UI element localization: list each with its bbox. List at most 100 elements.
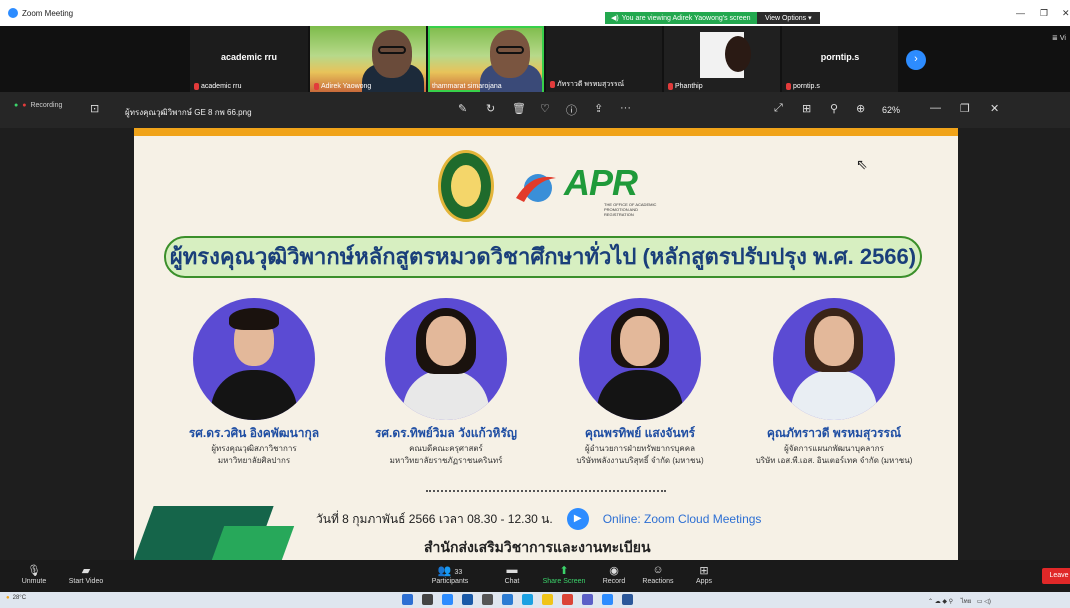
delete-icon[interactable]: 🗑 xyxy=(512,102,526,115)
view-options-button[interactable]: View Options ▾ xyxy=(757,12,820,24)
share-icon[interactable]: ⇪ xyxy=(594,102,603,115)
speaker-org: บริษัท เอส.พี.เอส. อินเตอร์เทค จำกัด (มห… xyxy=(755,456,913,465)
slide-top-bar xyxy=(134,128,958,136)
mouse-cursor-icon: ⇖ xyxy=(856,156,868,172)
window-title-text: Zoom Meeting xyxy=(22,8,74,18)
edit-icon[interactable]: ✎ xyxy=(458,102,467,115)
favorite-icon[interactable]: ♡ xyxy=(540,102,550,115)
edge-icon[interactable] xyxy=(522,594,533,605)
start-video-button[interactable]: ▰ Start Video xyxy=(60,564,112,585)
system-tray: ⌃ ☁ ◆ ⚲ ไทย ▭ ◁) xyxy=(928,596,991,606)
speaker-name: รศ.ดร.ทิพย์วิมล วังแก้วหิรัญ xyxy=(374,426,518,440)
reactions-button[interactable]: ☺ Reactions xyxy=(632,564,684,585)
taskview-icon[interactable] xyxy=(422,594,433,605)
speaker-icon: ◀) xyxy=(611,15,619,22)
window-title: Zoom Meeting xyxy=(8,8,73,18)
network-volume-icon[interactable]: ▭ ◁) xyxy=(977,599,991,605)
participant-tile[interactable]: ภัทราวดี พรหมสุวรรณ์ xyxy=(546,26,662,92)
zoom-level: 62% xyxy=(882,105,901,115)
muted-mic-icon xyxy=(550,81,555,88)
word-icon[interactable] xyxy=(622,594,633,605)
viewer-minimize-icon[interactable]: — xyxy=(930,102,941,114)
participant-name: academic rru xyxy=(220,52,278,62)
participant-photo-tile[interactable]: Phanthip xyxy=(664,26,780,92)
chat-icon: ▬ xyxy=(506,564,518,576)
close-icon[interactable]: ✕ xyxy=(1062,8,1070,19)
speaker-face xyxy=(620,316,660,366)
speaker-body xyxy=(211,370,297,420)
participant-label-text: thammarat simarojana xyxy=(432,83,502,90)
view-button[interactable]: ≣ Vi xyxy=(1052,34,1066,42)
participant-tile[interactable]: porntip.s porntip.s xyxy=(782,26,898,92)
speaker-photo xyxy=(193,298,315,420)
participant-tile[interactable]: academic rru academic rru xyxy=(190,26,308,92)
participant-video-tile[interactable]: thammarat simarojana xyxy=(428,26,544,92)
zoom-in-icon[interactable]: ⊕ xyxy=(856,102,865,115)
unmute-label: Unmute xyxy=(21,578,47,585)
apps-icon: ⊞ xyxy=(699,565,709,577)
decor-shape xyxy=(211,526,295,560)
share-screen-icon: ⬆ xyxy=(559,565,569,577)
reactions-label: Reactions xyxy=(642,578,674,585)
participant-label-text: Adirek Yaowong xyxy=(321,83,372,90)
muted-mic-icon xyxy=(668,83,673,90)
tray-icons[interactable]: ⌃ ☁ ◆ ⚲ xyxy=(928,599,953,605)
mail-icon[interactable] xyxy=(502,594,513,605)
mic-off-icon: 🎙 xyxy=(27,565,41,577)
input-language[interactable]: ไทย xyxy=(961,599,972,605)
file-name: ผู้ทรงคุณวุฒิวิพากษ์ GE 8 กพ 66.png xyxy=(125,108,252,117)
start-icon[interactable] xyxy=(402,594,413,605)
speaker-photo xyxy=(579,298,701,420)
participant-label: porntip.s xyxy=(786,83,820,90)
participant-label: Adirek Yaowong xyxy=(314,83,371,90)
weather-icon: ● xyxy=(6,595,10,601)
next-page-button[interactable]: › xyxy=(906,50,926,70)
app-icon[interactable] xyxy=(462,594,473,605)
more-icon[interactable]: ··· xyxy=(620,102,631,114)
taskbar-apps xyxy=(402,594,633,605)
shield-icon: ● xyxy=(14,102,19,109)
app-icon[interactable] xyxy=(482,594,493,605)
participant-video-tile[interactable]: Adirek Yaowong xyxy=(310,26,426,92)
rotate-icon[interactable]: ↻ xyxy=(486,102,495,115)
view-button-label: Vi xyxy=(1059,35,1066,42)
folder-icon[interactable] xyxy=(542,594,553,605)
record-dot-icon: ● xyxy=(22,102,27,109)
chat-button[interactable]: ▬ Chat xyxy=(486,564,538,585)
apps-button[interactable]: ⊞ Apps xyxy=(678,564,730,585)
participant-label-text: academic rru xyxy=(201,83,242,90)
zoom-out-icon[interactable]: ⚲ xyxy=(830,102,838,115)
viewer-close-icon[interactable]: ✕ xyxy=(990,102,999,115)
share-screen-button[interactable]: ⬆ Share Screen xyxy=(538,564,590,585)
fullscreen-icon[interactable]: ⤢ xyxy=(774,102,783,115)
participant-label-text: porntip.s xyxy=(793,83,820,90)
muted-mic-icon xyxy=(194,83,199,90)
participants-label: Participants xyxy=(431,578,469,585)
zoom-taskbar-icon[interactable] xyxy=(602,594,613,605)
minimize-icon[interactable]: — xyxy=(1016,8,1025,18)
weather-temp: 28°C xyxy=(12,595,27,601)
meeting-toolbar: 🎙 Unmute ▰ Start Video 👥 33 Participants ▬ C… xyxy=(0,560,1070,592)
viewer-maximize-icon[interactable]: ❐ xyxy=(960,102,970,115)
chrome-icon[interactable] xyxy=(562,594,573,605)
participants-button[interactable]: 👥 33 Participants xyxy=(424,564,476,585)
info-icon[interactable]: ⓘ xyxy=(566,102,577,118)
speaker-photo xyxy=(773,298,895,420)
maximize-icon[interactable]: ❐ xyxy=(1040,8,1048,19)
teams-icon[interactable] xyxy=(582,594,593,605)
participant-label: Phanthip xyxy=(668,83,703,90)
speaker-card: รศ.ดร.ทิพย์วิมล วังแก้วหิรัญ คณบดีคณะครุ… xyxy=(336,298,556,467)
chat-label: Chat xyxy=(504,578,520,585)
leave-button[interactable]: Leave xyxy=(1042,568,1070,584)
seal-inner xyxy=(451,165,481,207)
participant-name: porntip.s xyxy=(820,52,860,62)
office-name: สำนักส่งเสริมวิชาการและงานทะเบียน xyxy=(424,539,651,555)
zoom-app-icon[interactable] xyxy=(442,594,453,605)
zoom-camera-icon: ▶ xyxy=(566,508,589,530)
actual-size-icon[interactable]: ⊞ xyxy=(802,102,811,115)
start-video-label: Start Video xyxy=(68,578,104,585)
weather-widget[interactable]: ● 28°C xyxy=(6,595,26,601)
unmute-button[interactable]: 🎙 Unmute xyxy=(8,564,60,585)
slide: APR THE OFFICE OF ACADEMIC PROMOTION AND… xyxy=(134,128,958,560)
participants-icon: 👥 33 xyxy=(437,565,463,577)
